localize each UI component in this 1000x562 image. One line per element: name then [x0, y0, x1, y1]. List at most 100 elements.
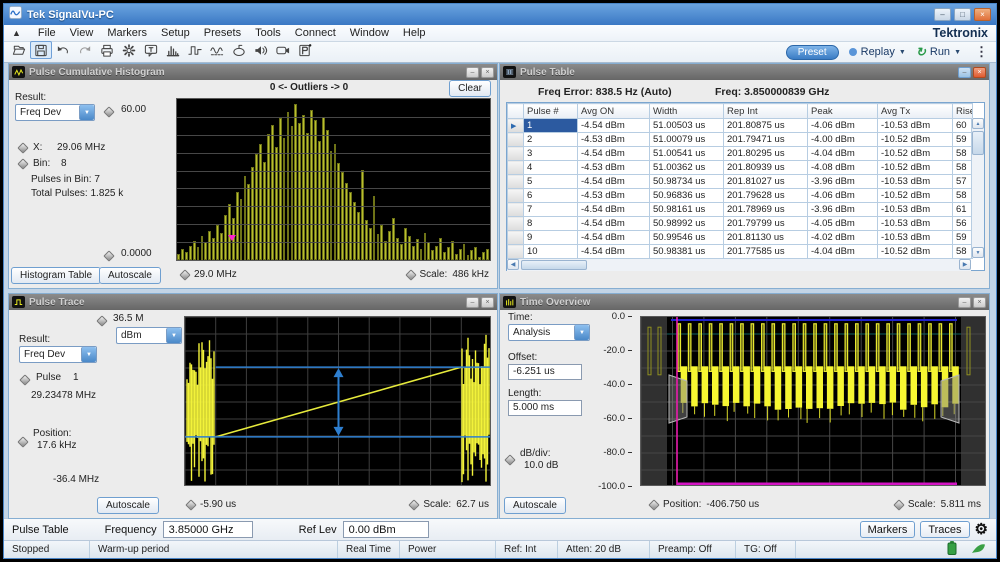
y-min-knob[interactable]: [103, 250, 114, 261]
open-icon[interactable]: [8, 41, 30, 59]
table-cell[interactable]: 57: [953, 175, 973, 189]
panel-close-button[interactable]: ×: [973, 297, 986, 308]
bin-knob[interactable]: [17, 158, 28, 169]
scroll-left-button[interactable]: ◀: [507, 259, 519, 270]
camera-icon[interactable]: [272, 41, 294, 59]
window-minimize-button[interactable]: –: [934, 8, 951, 21]
menu-tools[interactable]: Tools: [248, 27, 288, 39]
table-cell[interactable]: 2: [524, 133, 578, 147]
table-cell[interactable]: 58: [953, 189, 973, 203]
more-options-button[interactable]: ⋮: [971, 44, 992, 60]
menu-window[interactable]: Window: [343, 27, 396, 39]
x-marker-knob[interactable]: [17, 142, 28, 153]
table-cell[interactable]: 201.81027 us: [724, 175, 808, 189]
menu-presets[interactable]: Presets: [197, 27, 248, 39]
table-cell[interactable]: -4.08 dBm: [808, 161, 878, 175]
table-cell[interactable]: 201.81130 us: [724, 231, 808, 245]
row-selector[interactable]: ▶: [508, 119, 524, 133]
row-selector[interactable]: [508, 189, 524, 203]
table-cell[interactable]: 201.80875 us: [724, 119, 808, 133]
scroll-right-button[interactable]: ▶: [959, 259, 971, 270]
run-button[interactable]: ↻ Run ▼: [916, 45, 961, 59]
table-cell[interactable]: 50.98381 us: [650, 245, 724, 259]
table-cell[interactable]: 7: [524, 203, 578, 217]
menu-file[interactable]: File: [31, 27, 63, 39]
settings-icon[interactable]: [118, 41, 140, 59]
table-cell[interactable]: 59: [953, 231, 973, 245]
result-dropdown[interactable]: Freq Dev ▼: [19, 346, 97, 363]
table-cell[interactable]: 201.80939 us: [724, 161, 808, 175]
panel-minimize-button[interactable]: –: [958, 297, 971, 308]
time-overview-plot[interactable]: [640, 316, 986, 486]
table-cell[interactable]: -4.53 dBm: [578, 189, 650, 203]
table-cell[interactable]: -4.54 dBm: [578, 231, 650, 245]
column-header[interactable]: Rise: [953, 104, 973, 119]
table-cell[interactable]: -4.04 dBm: [808, 245, 878, 259]
table-cell[interactable]: -4.06 dBm: [808, 189, 878, 203]
dbdiv-knob[interactable]: [504, 454, 515, 465]
table-cell[interactable]: -4.00 dBm: [808, 133, 878, 147]
horizontal-scroll-thumb[interactable]: [521, 260, 587, 270]
menu-markers[interactable]: Markers: [100, 27, 154, 39]
table-cell[interactable]: -4.54 dBm: [578, 175, 650, 189]
scroll-down-button[interactable]: ▼: [972, 247, 984, 258]
table-cell[interactable]: 50.98161 us: [650, 203, 724, 217]
window-titlebar[interactable]: Tek SignalVu-PC – □ ×: [4, 4, 996, 25]
clear-button[interactable]: Clear: [449, 80, 491, 97]
trace-icon[interactable]: [206, 41, 228, 59]
table-cell[interactable]: 58: [953, 245, 973, 259]
table-cell[interactable]: 56: [953, 217, 973, 231]
column-header[interactable]: Peak: [808, 104, 878, 119]
row-selector[interactable]: [508, 147, 524, 161]
redo-icon[interactable]: [74, 41, 96, 59]
length-input[interactable]: 5.000 ms: [508, 400, 582, 416]
table-cell[interactable]: 51.00079 us: [650, 133, 724, 147]
menu-setup[interactable]: Setup: [154, 27, 197, 39]
horizontal-scrollbar[interactable]: ◀ ▶: [507, 258, 971, 271]
row-selector[interactable]: [508, 217, 524, 231]
table-cell[interactable]: -3.96 dBm: [808, 203, 878, 217]
panel-minimize-button[interactable]: –: [466, 297, 479, 308]
replay-button[interactable]: Replay ▼: [849, 46, 906, 58]
result-dropdown[interactable]: Freq Dev ▼: [15, 104, 95, 121]
table-cell[interactable]: 60: [953, 119, 973, 133]
autoscale-button[interactable]: Autoscale: [97, 497, 159, 514]
table-cell[interactable]: 3: [524, 147, 578, 161]
table-cell[interactable]: 201.79799 us: [724, 217, 808, 231]
time-dropdown[interactable]: Analysis ▼: [508, 324, 590, 341]
table-cell[interactable]: -4.54 dBm: [578, 119, 650, 133]
table-cell[interactable]: 9: [524, 231, 578, 245]
frequency-input[interactable]: 3.85000 GHz: [163, 521, 253, 538]
scroll-up-button[interactable]: ▲: [972, 118, 984, 129]
panel-close-button[interactable]: ×: [481, 67, 494, 78]
print-icon[interactable]: [96, 41, 118, 59]
units-dropdown[interactable]: dBm ▼: [116, 327, 182, 344]
table-cell[interactable]: 58: [953, 147, 973, 161]
x-axis-knob[interactable]: [179, 269, 190, 280]
table-cell[interactable]: 58: [953, 161, 973, 175]
table-cell[interactable]: 50.98992 us: [650, 217, 724, 231]
table-cell[interactable]: -4.54 dBm: [578, 203, 650, 217]
table-cell[interactable]: -10.53 dBm: [878, 175, 953, 189]
table-row[interactable]: 3-4.54 dBm51.00541 us201.80295 us-4.04 d…: [508, 147, 973, 161]
pulse-trace-plot[interactable]: [184, 316, 491, 486]
row-selector[interactable]: [508, 161, 524, 175]
menu-connect[interactable]: Connect: [288, 27, 343, 39]
table-cell[interactable]: 201.77585 us: [724, 245, 808, 259]
panel-titlebar[interactable]: Pulse Trace – ×: [9, 294, 497, 310]
table-row[interactable]: 2-4.53 dBm51.00079 us201.79471 us-4.00 d…: [508, 133, 973, 147]
row-selector[interactable]: [508, 231, 524, 245]
panel-close-button[interactable]: ×: [973, 67, 986, 78]
table-row[interactable]: ▶1-4.54 dBm51.00503 us201.80875 us-4.06 …: [508, 119, 973, 133]
table-cell[interactable]: -10.52 dBm: [878, 161, 953, 175]
table-cell[interactable]: 10: [524, 245, 578, 259]
offset-input[interactable]: -6.251 us: [508, 364, 582, 380]
table-cell[interactable]: 50.99546 us: [650, 231, 724, 245]
position-knob[interactable]: [648, 499, 659, 510]
column-header[interactable]: Rep Int: [724, 104, 808, 119]
table-cell[interactable]: 6: [524, 189, 578, 203]
table-cell[interactable]: -4.54 dBm: [578, 245, 650, 259]
position-knob[interactable]: [17, 436, 28, 447]
column-header[interactable]: Avg ON: [578, 104, 650, 119]
ref-level-input[interactable]: 0.00 dBm: [343, 521, 429, 538]
